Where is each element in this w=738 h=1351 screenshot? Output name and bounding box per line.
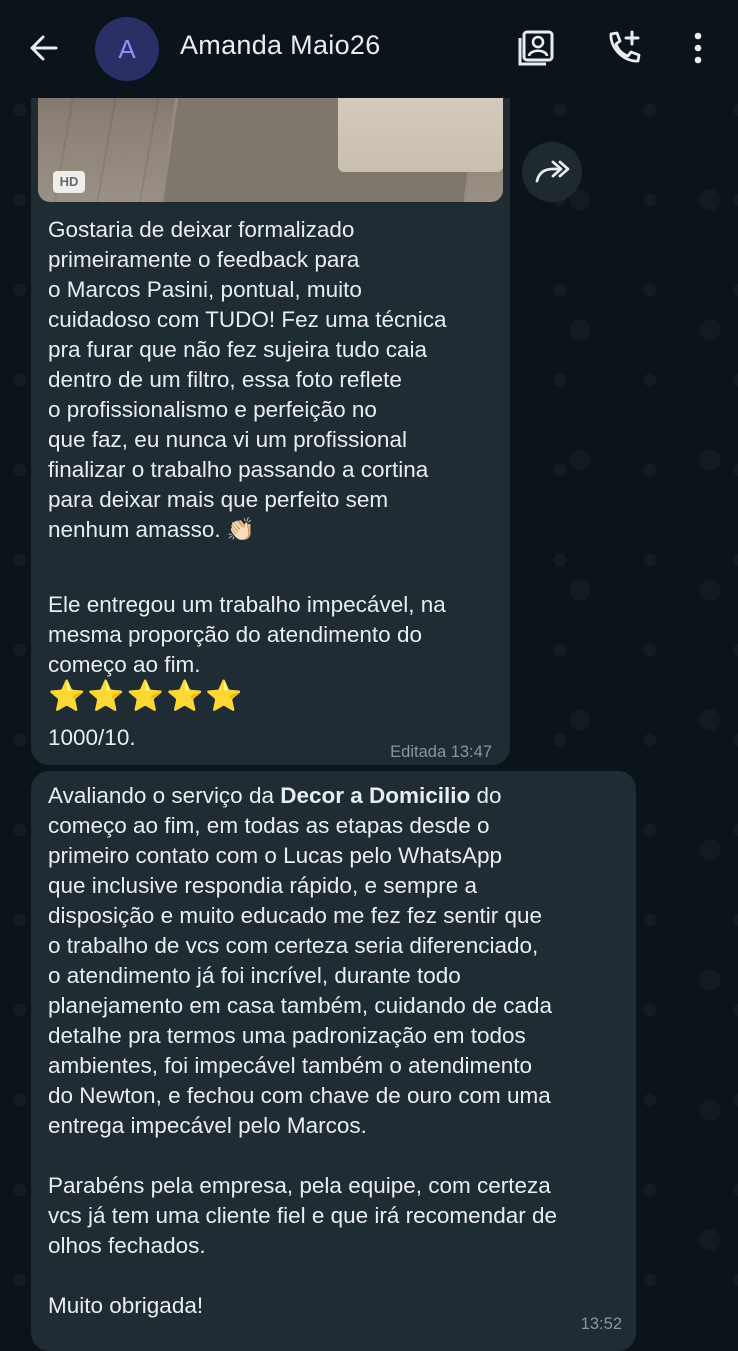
star-rating: ⭐⭐⭐⭐⭐ (48, 680, 245, 713)
contact-card-icon[interactable] (516, 28, 556, 68)
company-name: Decor a Domicilio (280, 783, 471, 808)
rating-text: 1000/10. (48, 725, 136, 750)
message-text: Ele entregou um trabalho impecável, na m… (48, 592, 446, 677)
hd-badge: HD (53, 171, 85, 193)
add-call-icon[interactable] (604, 28, 644, 68)
message-text-prefix: Avaliando o serviço da (48, 783, 281, 808)
contact-name[interactable]: Amanda Maio26 (180, 30, 381, 61)
chat-header: A Amanda Maio26 (0, 0, 738, 98)
message-bubble-incoming[interactable]: Avaliando o serviço da Decor a Domicilio… (31, 771, 636, 1351)
forward-icon[interactable] (522, 142, 582, 202)
message-timestamp: Editada 13:47 (390, 743, 492, 761)
message-bubble-incoming[interactable]: HD Gostaria de deixar formalizado primei… (31, 60, 510, 765)
message-text: Gostaria de deixar formalizado primeiram… (48, 217, 447, 542)
more-vert-icon[interactable] (678, 28, 718, 68)
message-text-suffix: do (470, 783, 502, 808)
back-arrow-icon[interactable] (24, 28, 64, 68)
message-text: Avaliando o serviço da Decor a Domicilio… (48, 781, 633, 1321)
message-timestamp: 13:52 (580, 1315, 622, 1333)
avatar[interactable]: A (95, 17, 159, 81)
message-body: começo ao fim, em todas as etapas desde … (48, 813, 557, 1318)
